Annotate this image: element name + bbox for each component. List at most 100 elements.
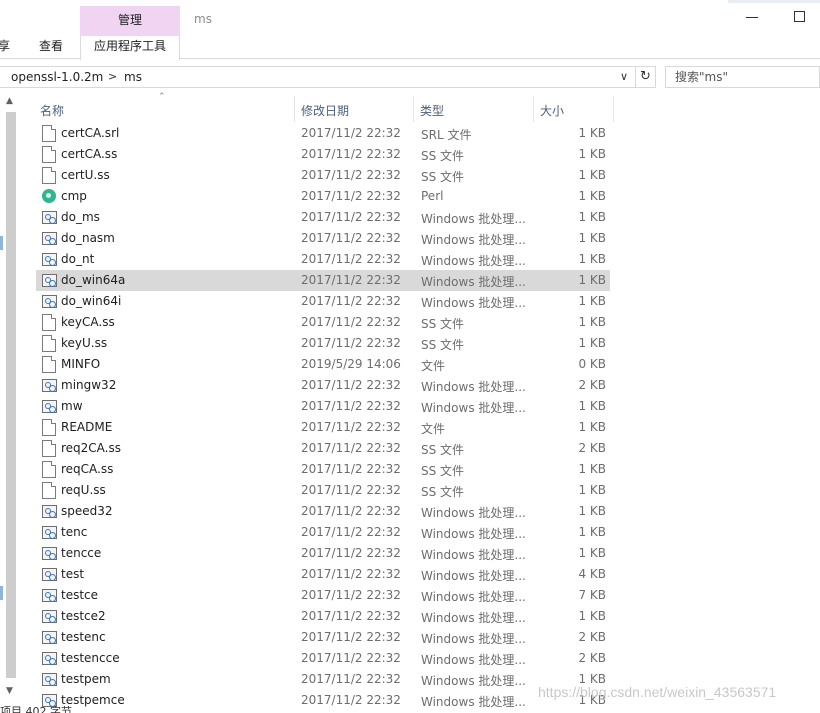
- file-name: tencce: [61, 546, 102, 560]
- file-name: req2CA.ss: [61, 441, 121, 455]
- file-row[interactable]: reqU.ss 2017/11/2 22:32 SS 文件 1 KB: [36, 480, 610, 501]
- file-row[interactable]: testencce 2017/11/2 22:32 Windows 批处理... 2 …: [36, 648, 610, 669]
- refresh-icon[interactable]: ↻: [636, 66, 656, 88]
- file-list[interactable]: certCA.srl 2017/11/2 22:32 SRL 文件 1 KB certC…: [36, 123, 616, 713]
- file-type: SS 文件: [421, 170, 465, 184]
- file-icon: [42, 356, 56, 373]
- file-row[interactable]: mw 2017/11/2 22:32 Windows 批处理... 1 KB: [36, 396, 610, 417]
- file-type: 文件: [421, 359, 446, 373]
- file-type: Windows 批处理...: [421, 233, 526, 247]
- column-header-date[interactable]: 修改日期: [301, 102, 349, 119]
- batch-file-icon: [42, 547, 57, 560]
- file-date: 2017/11/2 22:32: [301, 441, 401, 455]
- file-size: 4 KB: [578, 567, 606, 581]
- address-bar[interactable]: openssl-1.0.2m > ms ∨: [0, 66, 636, 88]
- file-row[interactable]: reqCA.ss 2017/11/2 22:32 SS 文件 1 KB: [36, 459, 610, 480]
- file-row[interactable]: testce2 2017/11/2 22:32 Windows 批处理... 1 KB: [36, 606, 610, 627]
- file-row[interactable]: speed32 2017/11/2 22:32 Windows 批处理... 1 KB: [36, 501, 610, 522]
- file-name: certU.ss: [61, 168, 110, 182]
- file-row[interactable]: cmp 2017/11/2 22:32 Perl 1 KB: [36, 186, 610, 207]
- column-headers: ⌃ 名称 修改日期 类型 大小: [20, 92, 820, 123]
- file-row[interactable]: testce 2017/11/2 22:32 Windows 批处理... 7 KB: [36, 585, 610, 606]
- nav-item-marker: [0, 236, 3, 250]
- file-row[interactable]: test 2017/11/2 22:32 Windows 批处理... 4 KB: [36, 564, 610, 585]
- file-row[interactable]: do_nasm 2017/11/2 22:32 Windows 批处理... 1 KB: [36, 228, 610, 249]
- file-date: 2017/11/2 22:32: [301, 462, 401, 476]
- minimize-button[interactable]: [740, 6, 764, 26]
- scroll-thumb[interactable]: [6, 112, 16, 678]
- file-size: 1 KB: [578, 483, 606, 497]
- file-row[interactable]: testpem 2017/11/2 22:32 Windows 批处理... 1 KB: [36, 669, 610, 690]
- title-bar: 管理 ms: [0, 0, 820, 36]
- file-name: testencce: [61, 651, 120, 665]
- file-row[interactable]: MINFO 2019/5/29 14:06 文件 0 KB: [36, 354, 610, 375]
- file-type: Windows 批处理...: [421, 506, 526, 520]
- file-row[interactable]: keyU.ss 2017/11/2 22:32 SS 文件 1 KB: [36, 333, 610, 354]
- status-bar-text: 项目 402 字节: [0, 705, 72, 713]
- file-row[interactable]: mingw32 2017/11/2 22:32 Windows 批处理... 2 KB: [36, 375, 610, 396]
- file-row[interactable]: testpemce 2017/11/2 22:32 Windows 批处理... 1 …: [36, 690, 610, 711]
- file-row[interactable]: do_nt 2017/11/2 22:32 Windows 批处理... 1 KB: [36, 249, 610, 270]
- file-date: 2017/11/2 22:32: [301, 294, 401, 308]
- breadcrumb-ms[interactable]: ms: [124, 70, 142, 84]
- file-size: 1 KB: [578, 462, 606, 476]
- file-name: testce: [61, 588, 99, 602]
- column-header-name[interactable]: 名称: [40, 102, 64, 119]
- file-row[interactable]: certU.ss 2017/11/2 22:32 SS 文件 1 KB: [36, 165, 610, 186]
- file-date: 2017/11/2 22:32: [301, 609, 401, 623]
- maximize-button[interactable]: [794, 11, 805, 22]
- batch-file-icon: [42, 253, 57, 266]
- file-size: 2 KB: [578, 630, 606, 644]
- file-date: 2017/11/2 22:32: [301, 672, 401, 686]
- breadcrumb-openssl[interactable]: openssl-1.0.2m: [11, 70, 103, 84]
- watermark: https://blog.csdn.net/weixin_43563571: [538, 684, 777, 700]
- file-date: 2017/11/2 22:32: [301, 315, 401, 329]
- file-icon: [42, 167, 56, 184]
- tab-share[interactable]: 享: [0, 36, 10, 59]
- column-divider[interactable]: [613, 96, 614, 122]
- column-divider[interactable]: [294, 96, 295, 122]
- file-row[interactable]: do_win64i 2017/11/2 22:32 Windows 批处理... 1 …: [36, 291, 610, 312]
- file-size: 2 KB: [578, 441, 606, 455]
- file-date: 2019/5/29 14:06: [301, 357, 401, 371]
- file-name: mw: [61, 399, 83, 413]
- file-row[interactable]: README 2017/11/2 22:32 文件 1 KB: [36, 417, 610, 438]
- file-row[interactable]: do_ms 2017/11/2 22:32 Windows 批处理... 1 KB: [36, 207, 610, 228]
- vertical-scrollbar[interactable]: ▲ ▼: [4, 96, 18, 704]
- file-type: Windows 批处理...: [421, 275, 526, 289]
- file-row[interactable]: keyCA.ss 2017/11/2 22:32 SS 文件 1 KB: [36, 312, 610, 333]
- file-row[interactable]: do_win64a 2017/11/2 22:32 Windows 批处理... 1 …: [36, 270, 610, 291]
- batch-file-icon: [42, 211, 57, 224]
- column-divider[interactable]: [533, 96, 534, 122]
- breadcrumb-separator-icon[interactable]: >: [108, 70, 117, 83]
- search-input[interactable]: 搜索"ms": [665, 66, 820, 88]
- column-header-size[interactable]: 大小: [540, 102, 564, 119]
- file-row[interactable]: tenc 2017/11/2 22:32 Windows 批处理... 1 KB: [36, 522, 610, 543]
- file-type: Windows 批处理...: [421, 653, 526, 667]
- file-row[interactable]: certCA.srl 2017/11/2 22:32 SRL 文件 1 KB: [36, 123, 610, 144]
- chevron-down-icon[interactable]: ∨: [620, 70, 628, 83]
- tab-view[interactable]: 查看: [39, 36, 63, 59]
- file-type: Windows 批处理...: [421, 527, 526, 541]
- scroll-up-icon[interactable]: ▲: [6, 96, 13, 106]
- file-icon: [42, 125, 56, 142]
- column-divider[interactable]: [413, 96, 414, 122]
- file-date: 2017/11/2 22:32: [301, 189, 401, 203]
- tab-application-tools[interactable]: 应用程序工具: [80, 36, 180, 60]
- scroll-down-icon[interactable]: ▼: [6, 686, 13, 696]
- file-row[interactable]: certCA.ss 2017/11/2 22:32 SS 文件 1 KB: [36, 144, 610, 165]
- batch-file-icon: [42, 589, 57, 602]
- file-row[interactable]: testenc 2017/11/2 22:32 Windows 批处理... 2 KB: [36, 627, 610, 648]
- column-header-type[interactable]: 类型: [420, 102, 444, 119]
- file-row[interactable]: tencce 2017/11/2 22:32 Windows 批处理... 1 KB: [36, 543, 610, 564]
- file-type: Windows 批处理...: [421, 212, 526, 226]
- file-size: 1 KB: [578, 189, 606, 203]
- batch-file-icon: [42, 295, 57, 308]
- file-type: 文件: [421, 422, 446, 436]
- context-tab-manage[interactable]: 管理: [80, 6, 180, 36]
- file-type: Windows 批处理...: [421, 254, 526, 268]
- file-name: test: [61, 567, 85, 581]
- file-row[interactable]: req2CA.ss 2017/11/2 22:32 SS 文件 2 KB: [36, 438, 610, 459]
- file-date: 2017/11/2 22:32: [301, 525, 401, 539]
- file-type: SS 文件: [421, 317, 465, 331]
